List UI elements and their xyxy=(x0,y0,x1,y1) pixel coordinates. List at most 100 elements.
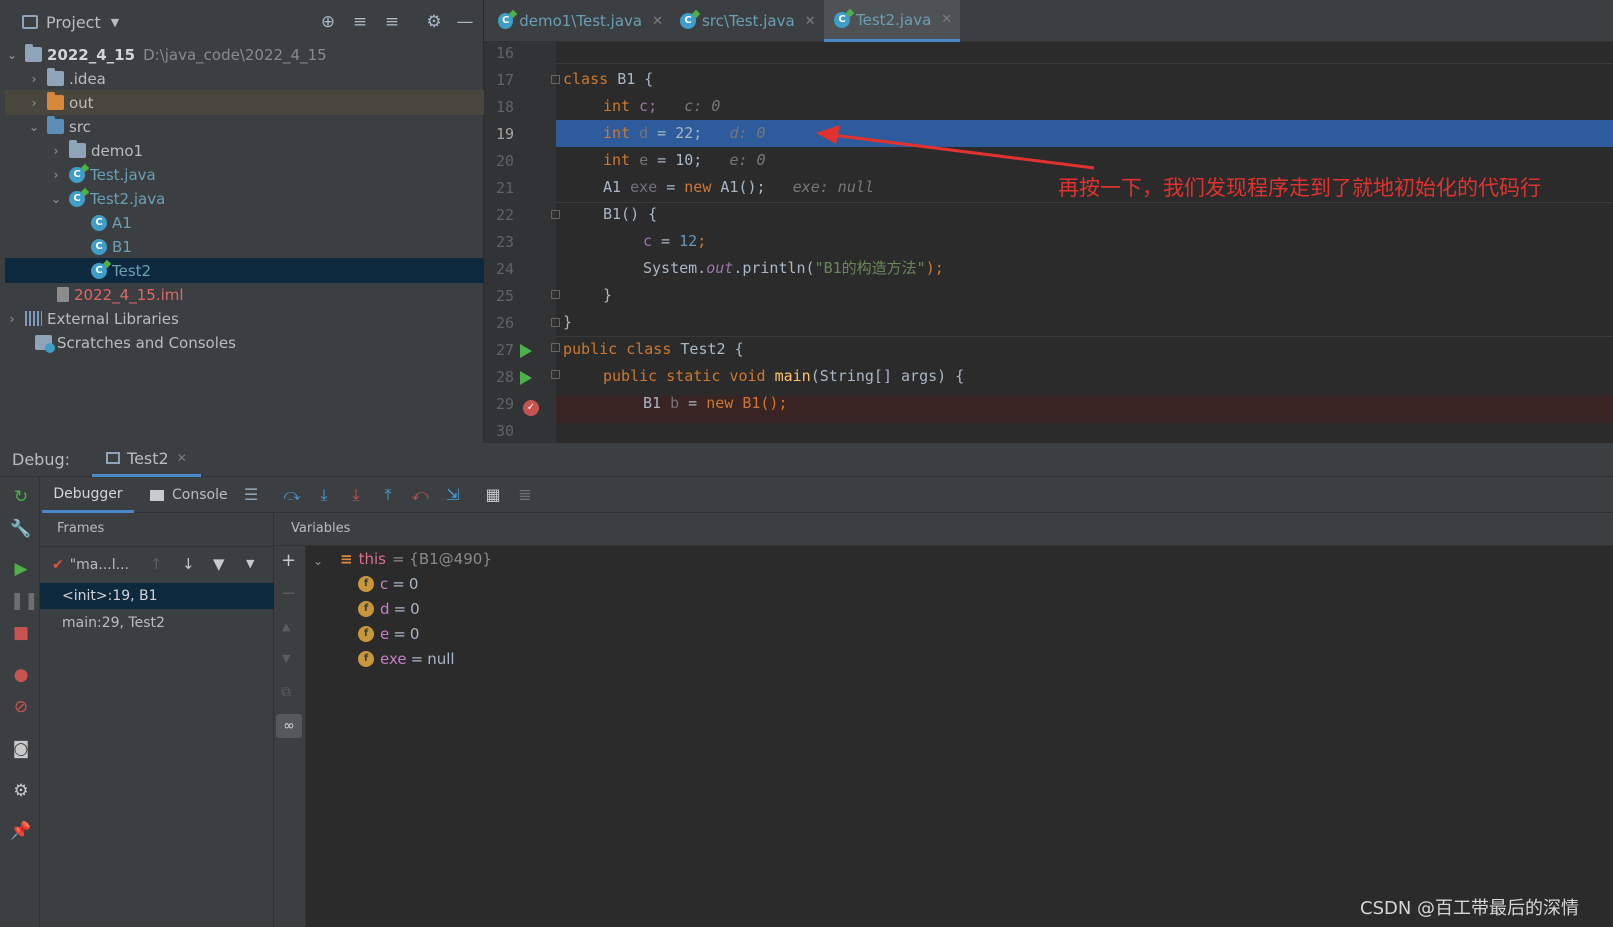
view-breakpoints-icon[interactable]: ● xyxy=(10,664,32,686)
chevron-right-icon[interactable]: › xyxy=(5,312,19,326)
tree-root[interactable]: ⌄ 2022_4_15 D:\java_code\2022_4_15 xyxy=(5,42,484,67)
frame-row-main[interactable]: main:29, Test2 xyxy=(40,610,274,636)
code-line-29[interactable]: B1 b = new B1(); xyxy=(643,390,788,417)
stop-icon[interactable]: ■ xyxy=(10,622,32,644)
copy-icon[interactable]: ⧉ xyxy=(281,684,291,700)
chevron-right-icon[interactable]: › xyxy=(27,96,41,110)
tab-console[interactable]: Console xyxy=(150,477,228,513)
tab-demo1-test-java[interactable]: C demo1\Test.java ✕ xyxy=(488,0,663,42)
chevron-down-icon[interactable]: ▼ xyxy=(111,16,119,29)
chevron-down-icon[interactable]: ⌄ xyxy=(5,48,19,62)
camera-icon[interactable]: ◙ xyxy=(10,738,32,760)
tree-item-test2-java[interactable]: ⌄ C Test2.java xyxy=(5,186,484,211)
code-line-18[interactable]: int c; c: 0 xyxy=(603,93,720,120)
chevron-down-icon[interactable]: ⌄ xyxy=(27,120,41,134)
tree-item-iml[interactable]: 2022_4_15.iml xyxy=(5,282,484,307)
tree-item-demo1[interactable]: › demo1 xyxy=(5,138,484,163)
add-watch-icon[interactable]: + xyxy=(281,550,296,571)
variable-field-e[interactable]: f e = 0 xyxy=(358,622,419,646)
chevron-down-icon[interactable]: ⌄ xyxy=(313,554,323,568)
chevron-right-icon[interactable]: › xyxy=(27,72,41,86)
close-icon[interactable]: ✕ xyxy=(652,14,663,29)
code-line-22[interactable]: B1() { xyxy=(603,201,657,228)
close-icon[interactable]: ✕ xyxy=(805,14,816,29)
hide-icon[interactable]: — xyxy=(455,12,475,32)
run-icon[interactable] xyxy=(520,371,532,385)
tab-test2-java[interactable]: C Test2.java ✕ xyxy=(824,0,960,42)
fold-icon[interactable] xyxy=(551,75,560,84)
thread-selector[interactable]: ✔ "ma...l... xyxy=(52,552,129,578)
code-line-17[interactable]: class B1 { xyxy=(563,66,653,93)
frame-up-icon[interactable]: ↑ xyxy=(150,555,163,573)
filter-icon[interactable]: ▼ xyxy=(213,555,225,573)
frame-row-init[interactable]: <init>:19, B1 xyxy=(40,583,274,609)
tree-item-src[interactable]: ⌄ src xyxy=(5,114,484,139)
tab-debugger[interactable]: Debugger xyxy=(42,477,134,513)
tree-item-idea[interactable]: › .idea xyxy=(5,66,484,91)
fold-icon[interactable] xyxy=(551,318,560,327)
project-title[interactable]: Project xyxy=(46,13,101,32)
variable-name: exe xyxy=(380,650,407,668)
variable-field-d[interactable]: f d = 0 xyxy=(358,597,420,621)
variable-field-exe[interactable]: f exe = null xyxy=(358,647,455,671)
trace-icon[interactable]: ≣ xyxy=(514,484,536,506)
move-up-icon[interactable]: ▲ xyxy=(282,620,290,633)
chevron-down-icon[interactable]: ⌄ xyxy=(49,192,63,206)
chevron-right-icon[interactable]: › xyxy=(49,168,63,182)
code-line-24[interactable]: System.out.println("B1的构造方法"); xyxy=(643,255,944,282)
show-watches-icon[interactable]: ∞ xyxy=(276,714,302,738)
step-into-icon[interactable]: ⤓ xyxy=(313,484,335,506)
force-step-into-icon[interactable]: ⤓ xyxy=(345,484,367,506)
tab-src-test-java[interactable]: C src\Test.java ✕ xyxy=(670,0,820,42)
collapse-all-icon[interactable]: ≡ xyxy=(382,12,402,32)
locate-icon[interactable]: ⊕ xyxy=(318,12,338,32)
move-down-icon[interactable]: ▼ xyxy=(282,652,290,665)
tree-item-external-libraries[interactable]: › External Libraries xyxy=(5,306,484,331)
pin-icon[interactable]: 📌 xyxy=(10,820,32,842)
project-view-icon[interactable] xyxy=(22,15,38,29)
run-icon[interactable] xyxy=(520,344,532,358)
resume-icon[interactable]: ▶ xyxy=(10,558,32,580)
variable-field-c[interactable]: f c = 0 xyxy=(358,572,418,596)
run-to-cursor-icon[interactable]: ⇲ xyxy=(442,484,464,506)
code-line-20[interactable]: int e = 10; e: 0 xyxy=(603,147,766,174)
frame-down-icon[interactable]: ↓ xyxy=(182,555,195,573)
chevron-down-icon[interactable]: ▼ xyxy=(246,557,254,570)
gear-icon[interactable]: ⚙ xyxy=(424,12,444,32)
code-line-19[interactable]: int d = 22; d: 0 xyxy=(603,120,766,147)
code-line-23[interactable]: c = 12; xyxy=(643,228,706,255)
close-icon[interactable]: ✕ xyxy=(941,12,952,27)
fold-icon[interactable] xyxy=(551,343,560,352)
tree-item-out[interactable]: › out xyxy=(5,90,484,115)
expand-all-icon[interactable]: ≡ xyxy=(350,12,370,32)
step-over-icon[interactable]: ⤼ xyxy=(281,484,303,506)
debug-session-tab[interactable]: Test2 ✕ xyxy=(92,443,201,477)
tree-item-b1[interactable]: C B1 xyxy=(5,234,484,259)
mute-breakpoints-icon[interactable]: ⊘ xyxy=(10,696,32,718)
gear-icon[interactable]: ⚙ xyxy=(10,780,32,802)
close-icon[interactable]: ✕ xyxy=(177,451,187,465)
code-line-25[interactable]: } xyxy=(603,282,612,309)
code-line-26[interactable]: } xyxy=(563,309,572,336)
remove-watch-icon[interactable]: − xyxy=(281,583,296,604)
fold-icon[interactable] xyxy=(551,290,560,299)
fold-icon[interactable] xyxy=(551,210,560,219)
tree-item-scratches[interactable]: Scratches and Consoles xyxy=(5,330,484,355)
step-out-icon[interactable]: ⤒ xyxy=(377,484,399,506)
tree-item-a1[interactable]: C A1 xyxy=(5,210,484,235)
pause-icon[interactable]: ❚❚ xyxy=(10,590,39,612)
code-line-27[interactable]: public class Test2 { xyxy=(563,336,744,363)
breakpoint-icon[interactable]: ✓ xyxy=(523,400,539,416)
fold-icon[interactable] xyxy=(551,370,560,379)
wrench-icon[interactable]: 🔧 xyxy=(10,518,32,540)
show-execution-point-icon[interactable]: ☰ xyxy=(240,484,262,506)
code-line-28[interactable]: public static void main(String[] args) { xyxy=(603,363,964,390)
rerun-icon[interactable]: ↻ xyxy=(10,486,32,508)
tree-item-test2-class[interactable]: C Test2 xyxy=(5,258,484,283)
evaluate-expression-icon[interactable]: ▦ xyxy=(482,484,504,506)
drop-frame-icon[interactable]: ⤺ xyxy=(409,484,431,506)
frames-title: Frames xyxy=(57,521,105,536)
chevron-right-icon[interactable]: › xyxy=(49,144,63,158)
variable-this[interactable]: ≡ this = {B1@490} xyxy=(340,547,492,571)
tree-item-test-java[interactable]: › C Test.java xyxy=(5,162,484,187)
